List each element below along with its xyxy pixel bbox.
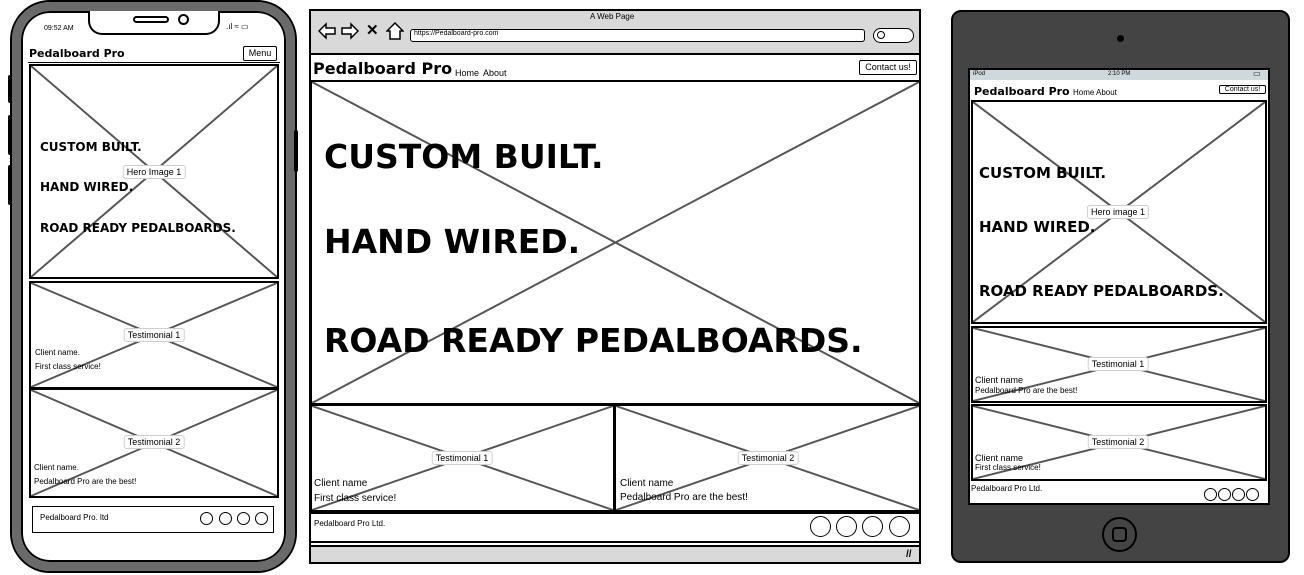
browser-testimonial-2-label: Testimonial 2 xyxy=(737,451,799,465)
phone-testimonial-2-quote: Pedalboard Pro are the best! xyxy=(34,477,137,486)
browser-contact-button[interactable]: Contact us! xyxy=(859,60,917,75)
tablet-testimonial-2-label: Testimonial 2 xyxy=(1087,435,1149,449)
stop-icon[interactable]: ✕ xyxy=(366,21,379,39)
battery-icon: ▭ xyxy=(1253,69,1261,78)
address-bar-url: https://Pedalboard-pro.com xyxy=(414,30,499,37)
home-icon xyxy=(1112,527,1127,542)
browser-testimonial-1-client: Client name xyxy=(314,478,368,489)
tablet-social-icon-3[interactable] xyxy=(1232,488,1245,501)
browser-nav-home[interactable]: Home xyxy=(455,68,479,78)
phone-hero-line-1: CUSTOM BUILT. xyxy=(40,140,142,154)
browser-window-title: A Web Page xyxy=(590,12,635,21)
browser-social-icon-3[interactable] xyxy=(862,516,883,537)
tablet-social-icon-2[interactable] xyxy=(1218,488,1231,501)
phone-hero-label: Hero Image 1 xyxy=(122,165,186,179)
tablet-hero-line-2: HAND WIRED. xyxy=(979,218,1096,236)
tablet-testimonial-1-label: Testimonial 1 xyxy=(1087,357,1149,371)
tablet-testimonial-2-quote: First class service! xyxy=(975,463,1041,472)
home-icon[interactable] xyxy=(385,21,405,40)
phone-side-button xyxy=(8,115,12,155)
search-icon xyxy=(877,31,885,39)
tablet-brand[interactable]: Pedalboard Pro xyxy=(974,85,1070,98)
phone-social-icon-2[interactable] xyxy=(219,512,232,525)
browser-testimonial-2-quote: Pedalboard Pro are the best! xyxy=(620,492,748,503)
tablet-testimonial-1-quote: Pedalboard Pro are the best! xyxy=(975,386,1078,395)
phone-hero-line-3: ROAD READY PEDALBOARDS. xyxy=(40,221,236,235)
forward-icon[interactable] xyxy=(341,22,360,40)
browser-testimonial-1-label: Testimonial 1 xyxy=(431,451,493,465)
phone-testimonial-1-quote: First class service! xyxy=(35,362,101,371)
browser-footer-text: Pedalboard Pro Ltd. xyxy=(314,519,386,528)
phone-notch xyxy=(88,11,220,35)
phone-camera xyxy=(178,14,189,25)
phone-power-button xyxy=(294,130,298,172)
phone-footer-text: Pedalboard Pro. ltd xyxy=(40,513,109,522)
phone-testimonial-2-label: Testimonial 2 xyxy=(123,435,185,449)
tablet-social-icon-4[interactable] xyxy=(1246,488,1259,501)
tablet-testimonial-2-client: Client name xyxy=(975,453,1024,463)
browser-hero-line-3: ROAD READY PEDALBOARDS. xyxy=(324,321,863,360)
tablet-time: 2:10 PM xyxy=(1108,71,1131,77)
phone-social-icon-1[interactable] xyxy=(200,512,213,525)
phone-social-icon-3[interactable] xyxy=(237,512,250,525)
tablet-testimonial-1-client: Client name xyxy=(975,375,1024,385)
browser-testimonial-2-client: Client name xyxy=(620,478,674,489)
phone-testimonial-1-label: Testimonial 1 xyxy=(123,328,185,342)
phone-testimonial-1-client: Client name. xyxy=(35,348,80,357)
tablet-nav-about[interactable]: About xyxy=(1096,88,1117,97)
back-icon[interactable] xyxy=(317,22,336,40)
tablet-carrier: iPod xyxy=(973,71,986,77)
browser-brand[interactable]: Pedalboard Pro xyxy=(313,59,452,78)
tablet-camera xyxy=(1117,35,1124,42)
phone-side-button xyxy=(8,165,12,205)
browser-nav-about[interactable]: About xyxy=(483,68,507,78)
phone-testimonial-2-client: Client name. xyxy=(34,463,79,472)
phone-speaker xyxy=(133,16,169,23)
browser-social-icon-1[interactable] xyxy=(810,516,831,537)
phone-brand[interactable]: Pedalboard Pro xyxy=(29,47,125,60)
tablet-nav-home[interactable]: Home xyxy=(1073,88,1094,97)
tablet-contact-button[interactable]: Contact us! xyxy=(1219,85,1266,94)
tablet-hero-line-3: ROAD READY PEDALBOARDS. xyxy=(979,282,1224,300)
phone-side-button xyxy=(8,75,12,103)
tablet-hero-line-1: CUSTOM BUILT. xyxy=(979,164,1107,182)
browser-testimonial-1-quote: First class service! xyxy=(314,493,397,504)
phone-status-time: 09:52 AM xyxy=(44,25,74,32)
phone-status-icons: .ıl ≈ ▭ xyxy=(226,22,249,31)
browser-social-icon-4[interactable] xyxy=(889,516,910,537)
browser-hero-line-2: HAND WIRED. xyxy=(324,222,581,261)
browser-statusbar xyxy=(311,545,919,562)
phone-hero-line-2: HAND WIRED. xyxy=(40,180,134,194)
phone-header-divider xyxy=(28,62,280,63)
browser-social-icon-2[interactable] xyxy=(836,516,857,537)
phone-menu-button[interactable]: Menu xyxy=(243,46,277,61)
tablet-social-icon-1[interactable] xyxy=(1204,488,1217,501)
tablet-hero-label: Hero image 1 xyxy=(1086,205,1150,219)
resize-grip-icon[interactable]: // xyxy=(906,549,912,560)
phone-social-icon-4[interactable] xyxy=(255,512,268,525)
tablet-footer-text: Pedalboard Pro Ltd. xyxy=(971,484,1043,493)
browser-hero-line-1: CUSTOM BUILT. xyxy=(324,137,604,176)
